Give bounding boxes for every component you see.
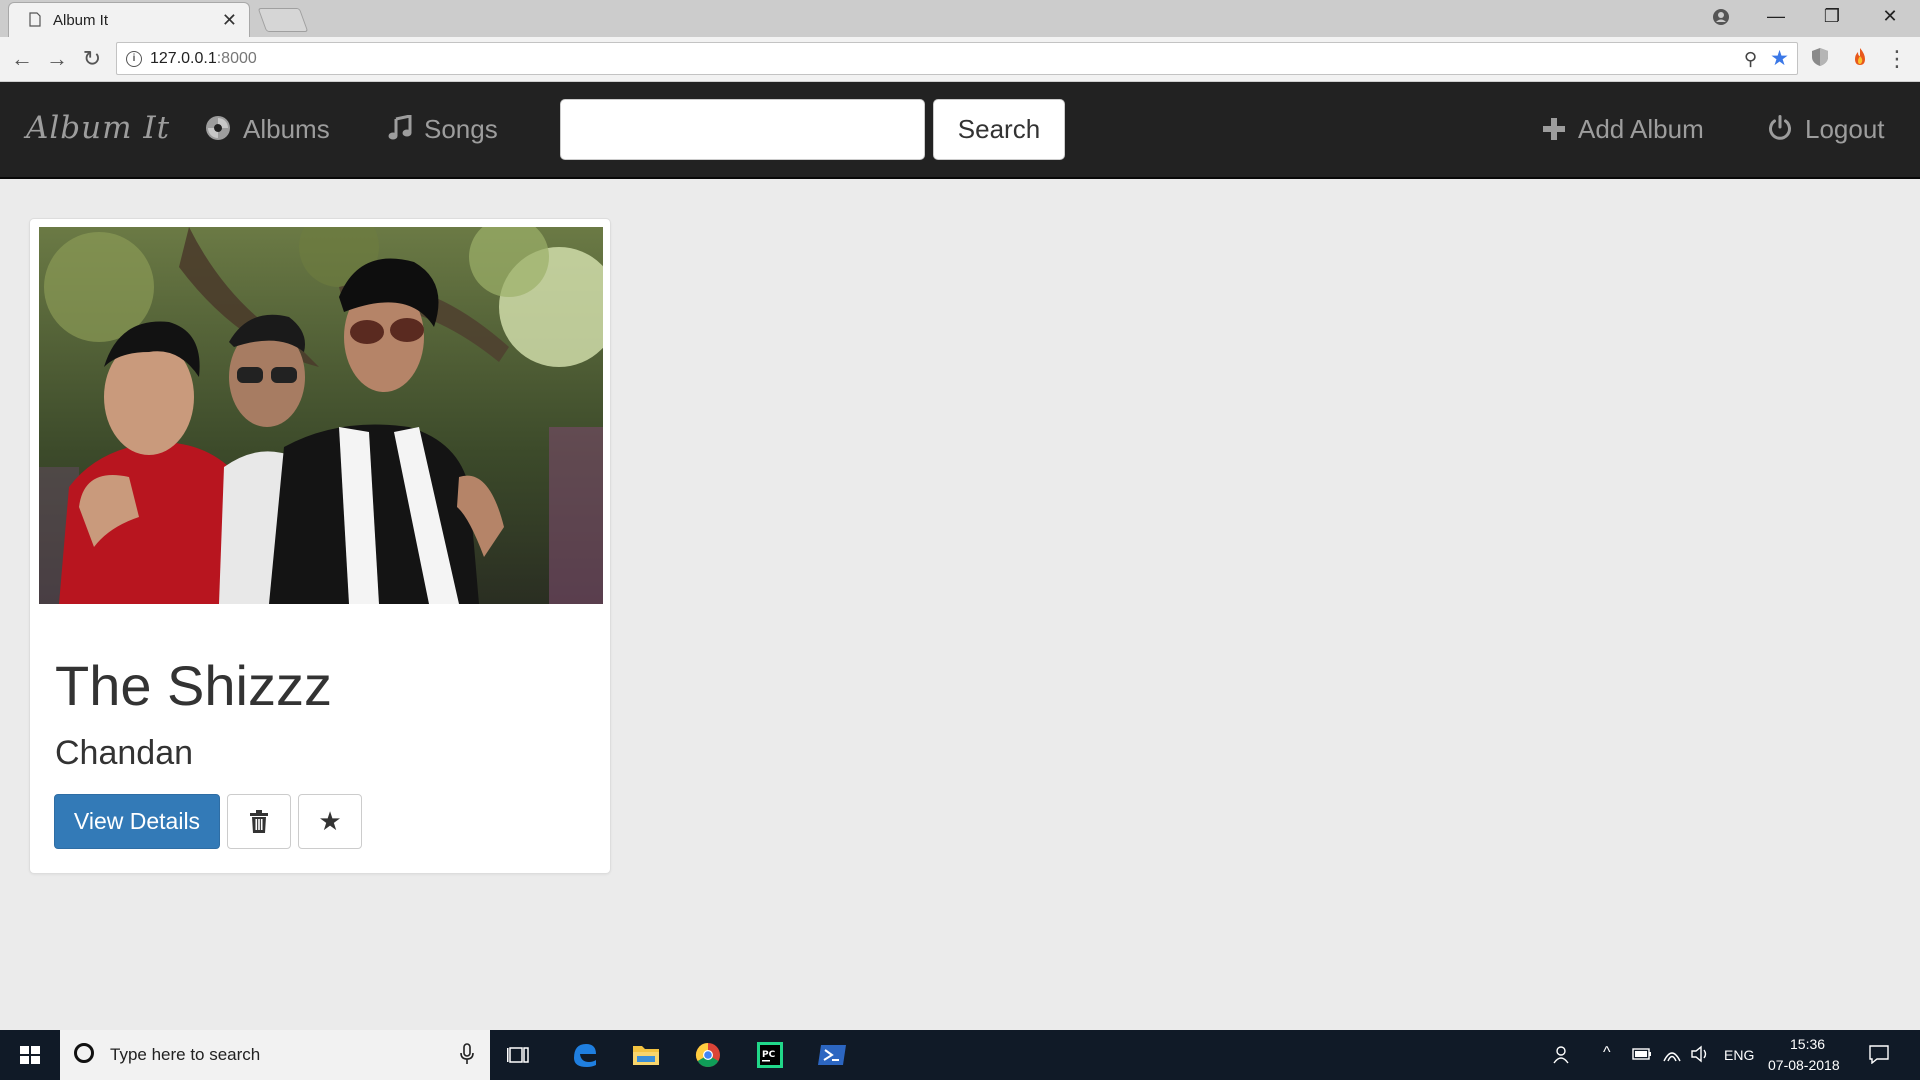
page-icon (29, 12, 41, 27)
disc-icon (206, 116, 230, 140)
browser-tab[interactable]: Album It ✕ (8, 2, 250, 37)
wifi-icon[interactable] (1662, 1045, 1682, 1063)
minimize-button[interactable]: — (1748, 0, 1804, 33)
profile-icon[interactable] (1712, 8, 1730, 26)
album-cover-photo (39, 227, 603, 604)
action-center-icon[interactable] (1868, 1044, 1890, 1064)
tab-title: Album It (53, 12, 109, 29)
delete-album-button[interactable] (227, 794, 291, 849)
clock-time[interactable]: 15:36 (1790, 1036, 1825, 1052)
bookmark-star-icon[interactable]: ★ (1770, 46, 1789, 71)
windows-taskbar: Type here to search PC ^ ENG 15:36 07-08… (0, 1030, 1920, 1080)
tab-close-icon[interactable]: ✕ (222, 10, 237, 31)
file-explorer-icon[interactable] (620, 1030, 672, 1080)
info-icon[interactable]: i (126, 51, 142, 67)
pycharm-icon[interactable]: PC (744, 1030, 796, 1080)
browser-toolbar: ← → ↻ i 127.0.0.1:8000 ⚲ ★ ⋮ (0, 37, 1920, 82)
shield-extension-icon[interactable] (1810, 47, 1830, 67)
language-indicator[interactable]: ENG (1724, 1047, 1754, 1063)
taskbar-search-box[interactable]: Type here to search (60, 1030, 490, 1080)
album-card: The Shizzz Chandan View Details ★ (29, 218, 611, 874)
nav-songs-label: Songs (424, 114, 498, 144)
logout-link[interactable]: Logout (1767, 114, 1885, 145)
reload-icon[interactable]: ↻ (79, 46, 105, 72)
clock-date[interactable]: 07-08-2018 (1768, 1057, 1840, 1073)
edge-browser-icon[interactable] (558, 1030, 610, 1080)
powershell-icon[interactable] (806, 1030, 858, 1080)
logout-label: Logout (1805, 114, 1885, 144)
people-icon[interactable] (1553, 1045, 1575, 1065)
url-text[interactable]: 127.0.0.1:8000 (150, 50, 257, 68)
close-window-button[interactable]: ✕ (1862, 0, 1918, 33)
fire-extension-icon[interactable] (1850, 47, 1870, 67)
music-note-icon (388, 114, 412, 140)
plus-icon (1543, 118, 1565, 140)
cortana-icon (74, 1043, 94, 1063)
add-album-link[interactable]: Add Album (1542, 114, 1704, 145)
album-artist: Chandan (55, 734, 194, 772)
search-button[interactable]: Search (933, 99, 1065, 160)
view-details-button[interactable]: View Details (54, 794, 220, 849)
nav-albums-link[interactable]: Albums (205, 114, 330, 145)
album-cover-image[interactable] (39, 227, 603, 604)
chrome-icon[interactable] (682, 1030, 734, 1080)
back-icon[interactable]: ← (9, 46, 35, 72)
menu-kebab-icon[interactable]: ⋮ (1884, 46, 1910, 72)
trash-icon (250, 810, 268, 833)
album-title: The Shizzz (55, 654, 332, 717)
restore-button[interactable]: ❐ (1804, 0, 1860, 33)
new-tab-button[interactable] (257, 8, 309, 32)
star-icon: ★ (318, 806, 342, 836)
address-bar[interactable]: i 127.0.0.1:8000 ⚲ ★ (116, 42, 1798, 75)
favorite-album-button[interactable]: ★ (298, 794, 362, 849)
nav-songs-link[interactable]: Songs (388, 114, 498, 145)
brand-logo[interactable]: Album It (26, 110, 170, 146)
svg-text:PC: PC (762, 1050, 776, 1060)
power-icon (1769, 115, 1791, 140)
volume-icon[interactable] (1690, 1045, 1710, 1063)
browser-tab-strip: Album It ✕ — ❐ ✕ (0, 0, 1920, 37)
show-hidden-icons-chevron[interactable]: ^ (1603, 1044, 1611, 1062)
site-navbar: Album It Albums Songs Search Add Album L… (0, 82, 1920, 179)
search-input[interactable] (560, 99, 925, 160)
zoom-icon[interactable]: ⚲ (1744, 49, 1757, 70)
taskbar-search-placeholder: Type here to search (110, 1045, 261, 1064)
forward-icon[interactable]: → (44, 46, 70, 72)
microphone-icon[interactable] (460, 1043, 474, 1065)
add-album-label: Add Album (1578, 114, 1704, 144)
nav-albums-label: Albums (243, 114, 330, 144)
windows-start-icon[interactable] (0, 1030, 60, 1080)
task-view-icon[interactable] (495, 1030, 547, 1080)
battery-icon[interactable] (1632, 1048, 1652, 1060)
